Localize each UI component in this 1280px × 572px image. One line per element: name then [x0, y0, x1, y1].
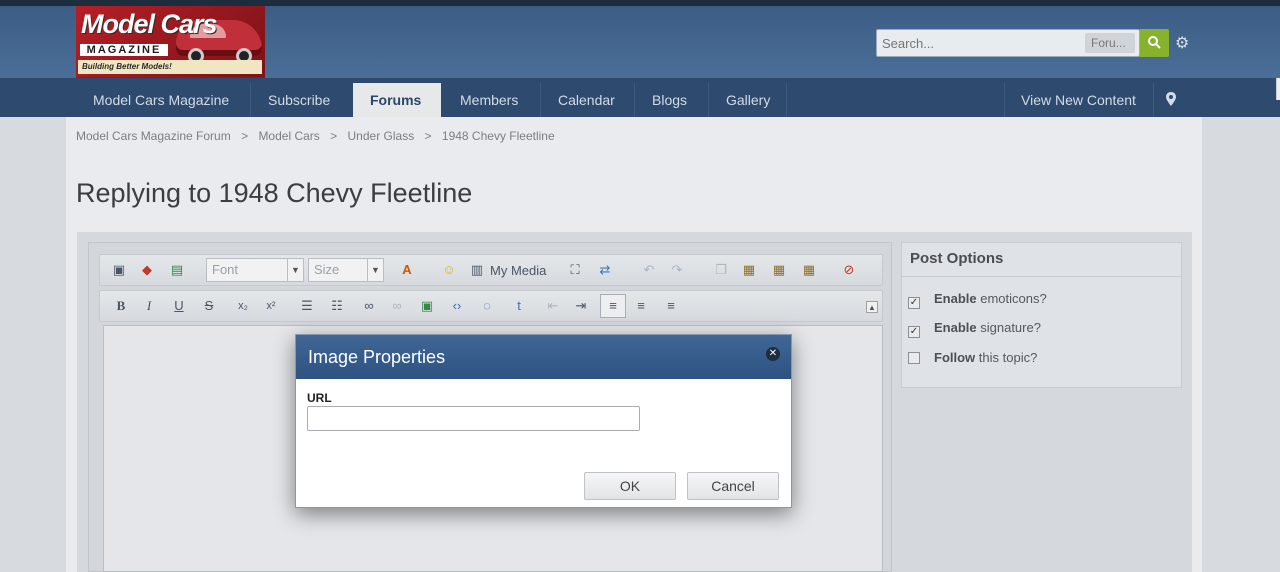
- nav-item-subscribe[interactable]: Subscribe: [251, 83, 347, 117]
- nav-item-members[interactable]: Members: [443, 83, 535, 117]
- italic-icon[interactable]: I: [140, 297, 158, 315]
- search-input[interactable]: [877, 30, 1077, 56]
- logo-tagline: Building Better Models!: [78, 60, 262, 74]
- quote-icon[interactable]: ◌: [478, 297, 496, 315]
- search-button[interactable]: [1140, 29, 1169, 57]
- option-label: this topic?: [975, 350, 1038, 365]
- emoticon-icon[interactable]: ☺: [440, 261, 458, 279]
- view-new-content-link[interactable]: View New Content: [1004, 83, 1153, 117]
- my-media-button[interactable]: My Media: [490, 263, 546, 278]
- editor-toolbar-row-2: B I U S x₂ x² ☰ ☷ ∞ ∞ ▣ ‹› ◌ t ⇤ ⇥ ≡ ≡ ≡…: [99, 290, 883, 322]
- copy-icon[interactable]: ❐: [712, 261, 730, 279]
- checkbox-checked[interactable]: ✓: [908, 326, 920, 338]
- location-pin-icon[interactable]: [1154, 83, 1188, 117]
- breadcrumb-separator: >: [424, 129, 432, 143]
- page-title: Replying to 1948 Chevy Fleetline: [76, 178, 473, 208]
- chevron-down-icon: ▼: [367, 259, 383, 281]
- nav-item-forums[interactable]: Forums: [353, 83, 441, 117]
- logo-subtitle: MAGAZINE: [80, 44, 168, 56]
- font-select[interactable]: Font ▼: [206, 258, 304, 282]
- breadcrumb-link[interactable]: Model Cars Magazine Forum: [76, 129, 231, 143]
- site-logo[interactable]: Model Cars MAGAZINE Building Better Mode…: [76, 6, 265, 78]
- breadcrumb-link[interactable]: Model Cars: [258, 129, 319, 143]
- image-properties-dialog: Image Properties ✕ URL OK Cancel: [295, 334, 792, 508]
- option-follow-topic[interactable]: Follow this topic?: [908, 350, 1037, 365]
- paste-text-icon[interactable]: ▦: [770, 261, 788, 279]
- redo-icon[interactable]: ↷: [668, 261, 686, 279]
- gear-icon[interactable]: ⚙: [1175, 33, 1189, 53]
- dialog-header: Image Properties ✕: [296, 335, 791, 379]
- numbered-list-icon[interactable]: ☷: [328, 297, 346, 315]
- superscript-icon[interactable]: x²: [262, 297, 280, 315]
- main-nav: Model Cars Magazine Subscribe Forums Mem…: [0, 78, 1280, 117]
- undo-icon[interactable]: ↶: [640, 261, 658, 279]
- chevron-down-icon: ▼: [287, 259, 303, 281]
- dialog-title: Image Properties: [308, 347, 446, 367]
- editor-toolbar-row-1: ▣ ◆ ▤ Font ▼ Size ▼ A ☺ ▥ My Media ⛶ ⇄ ↶…: [99, 254, 883, 286]
- nav-divider: [786, 83, 787, 117]
- breadcrumb-link[interactable]: Under Glass: [348, 129, 415, 143]
- checkbox-checked[interactable]: ✓: [908, 297, 920, 309]
- strikethrough-icon[interactable]: S: [200, 297, 218, 315]
- source-icon[interactable]: ▣: [110, 261, 128, 279]
- checkbox-unchecked[interactable]: [908, 352, 920, 364]
- image-icon[interactable]: ▣: [418, 297, 436, 315]
- code-icon[interactable]: ‹›: [448, 297, 466, 315]
- underline-icon[interactable]: U: [170, 297, 188, 315]
- option-enable-signature[interactable]: ✓ Enable signature?: [908, 320, 1041, 338]
- outdent-icon[interactable]: ⇤: [544, 297, 562, 315]
- align-left-icon[interactable]: ≡: [600, 294, 626, 318]
- breadcrumb-separator: >: [241, 129, 249, 143]
- replace-icon[interactable]: ⇄: [596, 261, 614, 279]
- option-bold-label: Enable: [934, 291, 977, 306]
- close-icon[interactable]: ✕: [766, 347, 780, 361]
- divider: [901, 276, 1182, 277]
- size-select[interactable]: Size ▼: [308, 258, 384, 282]
- nav-item-model-cars-magazine[interactable]: Model Cars Magazine: [76, 83, 246, 117]
- option-enable-emoticons[interactable]: ✓ Enable emoticons?: [908, 291, 1047, 309]
- logo-title: Model Cars: [81, 9, 218, 39]
- align-center-icon[interactable]: ≡: [632, 297, 650, 315]
- subscript-icon[interactable]: x₂: [234, 297, 252, 315]
- url-input[interactable]: [307, 406, 640, 431]
- twitter-icon[interactable]: t: [510, 297, 528, 315]
- option-bold-label: Enable: [934, 320, 977, 335]
- url-label: URL: [307, 391, 332, 405]
- page-margin: [1202, 117, 1280, 572]
- search-box: Foru...: [876, 29, 1140, 57]
- bold-icon[interactable]: B: [112, 297, 130, 315]
- find-icon[interactable]: ⛶: [566, 261, 584, 279]
- text-color-icon[interactable]: A: [398, 261, 416, 279]
- breadcrumb: Model Cars Magazine Forum > Model Cars >…: [76, 129, 562, 143]
- nav-item-calendar[interactable]: Calendar: [541, 83, 632, 117]
- link-icon[interactable]: ∞: [360, 297, 378, 315]
- bullet-list-icon[interactable]: ☰: [298, 297, 316, 315]
- font-select-label: Font: [212, 262, 239, 277]
- option-bold-label: Follow: [934, 350, 976, 365]
- ok-button[interactable]: OK: [584, 472, 676, 500]
- eraser-icon[interactable]: ◆: [138, 261, 156, 279]
- collapse-toolbar-icon[interactable]: ▲: [866, 301, 878, 313]
- search-icon: [1148, 36, 1161, 49]
- unlink-icon[interactable]: ∞: [388, 297, 406, 315]
- media-icon[interactable]: ▥: [468, 261, 486, 279]
- post-options-title: Post Options: [910, 250, 1004, 267]
- scrollbar-edge: [1276, 78, 1280, 100]
- breadcrumb-link[interactable]: 1948 Chevy Fleetline: [442, 129, 555, 143]
- nav-item-blogs[interactable]: Blogs: [635, 83, 704, 117]
- indent-icon[interactable]: ⇥: [572, 297, 590, 315]
- paste-icon[interactable]: ▦: [740, 261, 758, 279]
- cancel-button[interactable]: Cancel: [687, 472, 779, 500]
- option-label: emoticons?: [976, 291, 1047, 306]
- spellcheck-icon[interactable]: ⊘: [840, 261, 858, 279]
- paste-word-icon[interactable]: ▦: [800, 261, 818, 279]
- spoiler-icon[interactable]: ▤: [168, 261, 186, 279]
- option-label: signature?: [976, 320, 1041, 335]
- size-select-label: Size: [314, 262, 340, 277]
- search-scope-selector[interactable]: Foru...: [1085, 33, 1135, 53]
- breadcrumb-separator: >: [330, 129, 338, 143]
- nav-item-gallery[interactable]: Gallery: [709, 83, 787, 117]
- align-right-icon[interactable]: ≡: [662, 297, 680, 315]
